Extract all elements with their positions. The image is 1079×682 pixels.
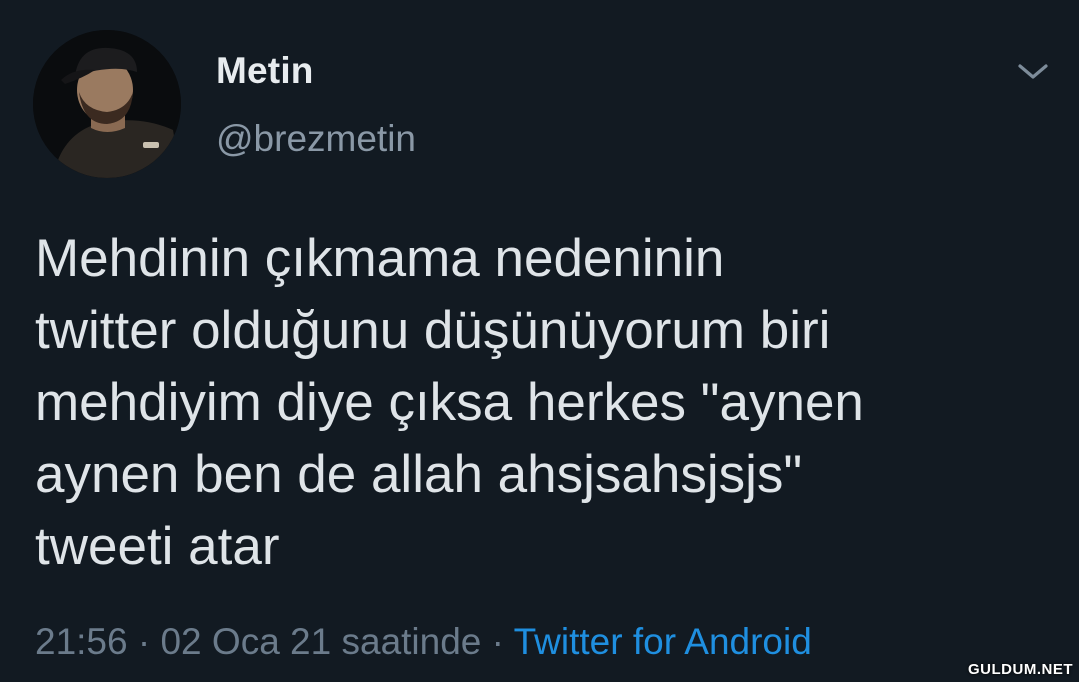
separator: · bbox=[137, 621, 151, 662]
author-display-name[interactable]: Metin bbox=[216, 50, 314, 92]
tweet-source-link[interactable]: Twitter for Android bbox=[514, 621, 812, 662]
tweet-menu-button[interactable] bbox=[1013, 55, 1053, 87]
separator: · bbox=[491, 621, 504, 662]
avatar[interactable] bbox=[33, 30, 181, 178]
tweet-date[interactable]: 02 Oca 21 saatinde bbox=[160, 621, 481, 662]
chevron-down-icon bbox=[1018, 64, 1048, 79]
user-photo-avatar-icon bbox=[33, 30, 181, 178]
watermark: GULDUM.NET bbox=[968, 661, 1073, 678]
tweet-card: Metin @brezmetin Mehdinin çıkmama nedeni… bbox=[0, 0, 1079, 682]
tweet-metadata: 21:56 · 02 Oca 21 saatinde · Twitter for… bbox=[35, 621, 812, 663]
author-handle[interactable]: @brezmetin bbox=[216, 118, 416, 160]
tweet-time: 21:56 bbox=[35, 621, 128, 662]
tweet-text: Mehdinin çıkmama nedeninin twitter olduğ… bbox=[35, 229, 864, 576]
